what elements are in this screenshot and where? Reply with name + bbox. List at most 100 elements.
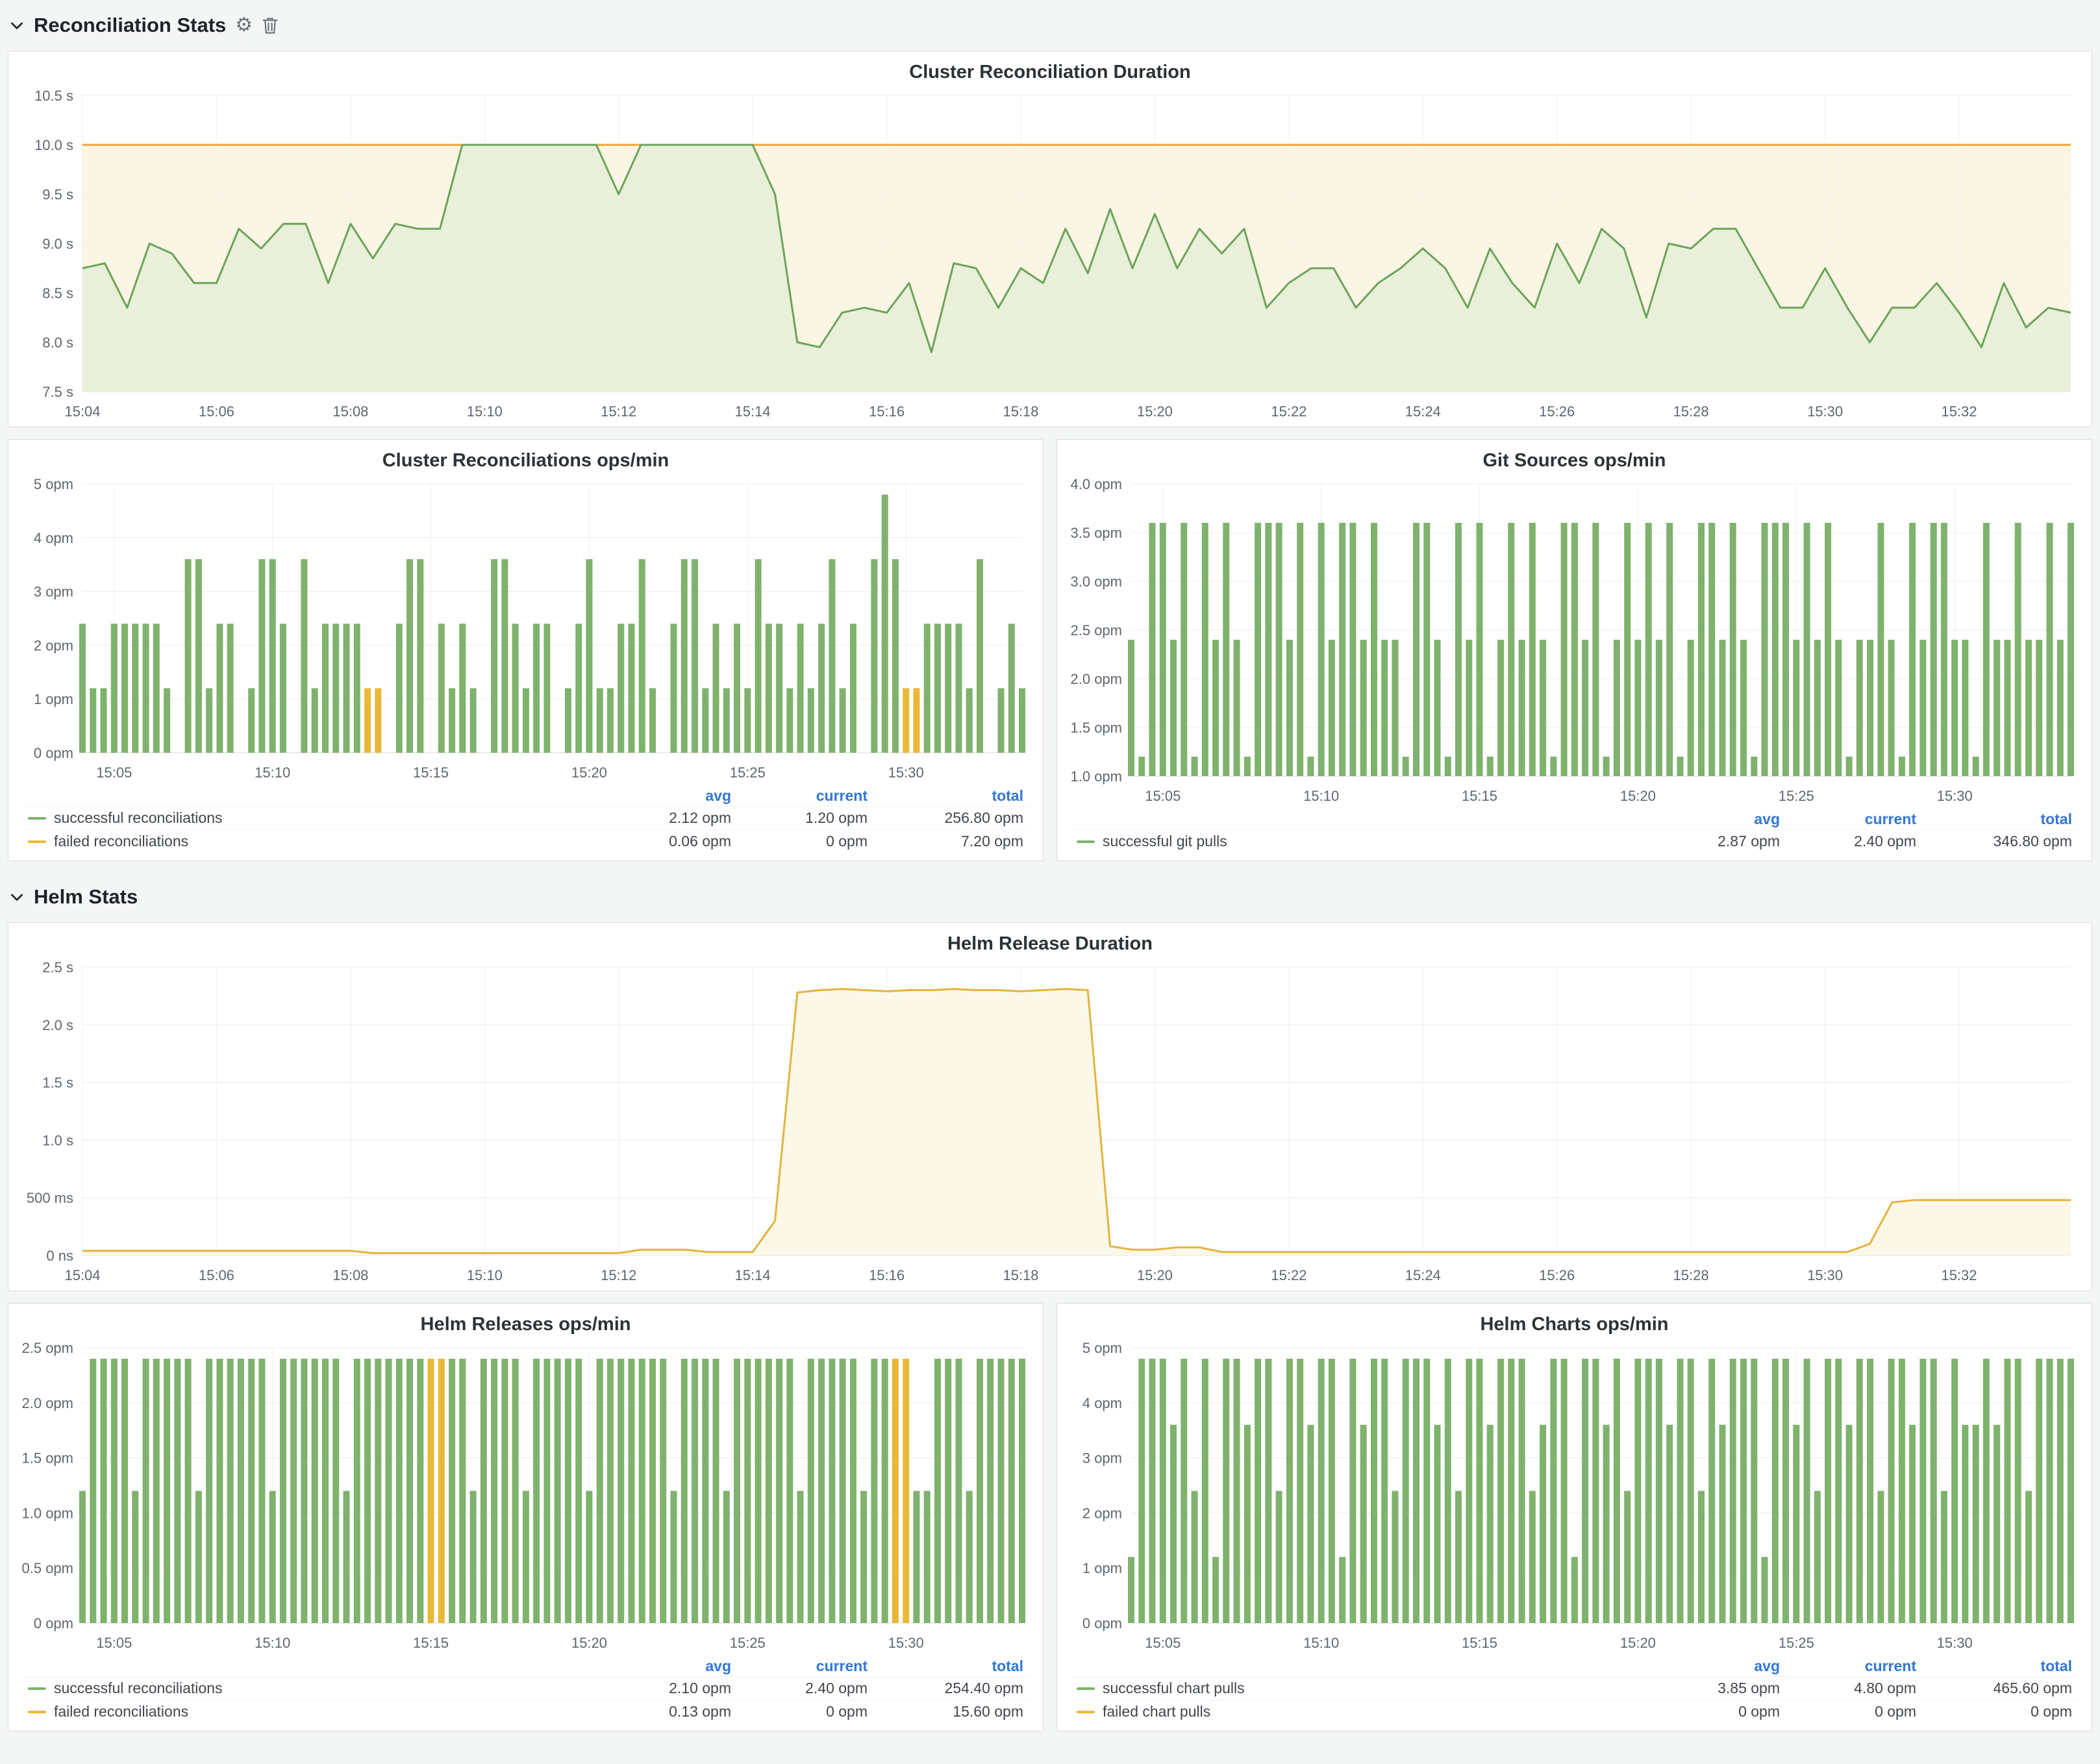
legend-header-avg[interactable]: avg (1644, 1657, 1780, 1675)
helm-charts-chart-area[interactable]: 0 opm1 opm2 opm3 opm4 opm5 opm15:0515:10… (1066, 1339, 2082, 1654)
svg-text:15:04: 15:04 (64, 403, 100, 420)
legend-header-row: avg current total (1070, 809, 2079, 829)
legend-header-current[interactable]: current (1780, 1657, 1916, 1675)
svg-text:15:08: 15:08 (332, 1267, 368, 1283)
svg-text:3 opm: 3 opm (1082, 1450, 1122, 1467)
svg-text:0.5 opm: 0.5 opm (22, 1560, 74, 1576)
cluster-reconciliation-duration-chart-area[interactable]: 7.5 s8.0 s8.5 s9.0 s9.5 s10.0 s10.5 s15:… (18, 86, 2082, 423)
panel-helm-charts-opm: Helm Charts ops/min 0 opm1 opm2 opm3 opm… (1056, 1303, 2092, 1732)
legend-header-current[interactable]: current (1780, 811, 1916, 828)
legend-header-avg[interactable]: avg (595, 787, 731, 805)
svg-text:15:15: 15:15 (413, 1635, 449, 1651)
svg-text:15:10: 15:10 (255, 764, 290, 781)
svg-text:2.0 opm: 2.0 opm (22, 1395, 74, 1411)
svg-text:1 opm: 1 opm (34, 691, 73, 707)
panel-title-cluster-reconciliations-opm[interactable]: Cluster Reconciliations ops/min (18, 446, 1034, 475)
panel-title-helm-charts-opm[interactable]: Helm Charts ops/min (1066, 1310, 2082, 1339)
legend-header-total[interactable]: total (868, 1657, 1023, 1675)
cluster-reconciliations-chart-area[interactable]: 0 opm1 opm2 opm3 opm4 opm5 opm15:0515:10… (18, 475, 1034, 784)
svg-text:1 opm: 1 opm (1082, 1560, 1122, 1576)
legend-header-current[interactable]: current (731, 787, 868, 805)
panel-title-git-sources-opm[interactable]: Git Sources ops/min (1066, 446, 2082, 475)
cluster-reconciliations-chart[interactable]: 0 opm1 opm2 opm3 opm4 opm5 opm15:0515:10… (18, 475, 1034, 784)
helm-releases-chart[interactable]: 0 opm0.5 opm1.0 opm1.5 opm2.0 opm2.5 opm… (18, 1339, 1034, 1654)
section-header-helm-stats[interactable]: Helm Stats (9, 879, 2091, 914)
svg-text:3.0 opm: 3.0 opm (1071, 573, 1123, 590)
section-title[interactable]: Helm Stats (34, 885, 138, 909)
svg-text:15:20: 15:20 (1137, 403, 1173, 420)
chevron-down-icon[interactable] (9, 889, 25, 905)
svg-text:7.5 s: 7.5 s (42, 384, 73, 400)
legend-header-total[interactable]: total (1916, 1657, 2072, 1675)
cluster-reconciliation-duration-chart[interactable]: 7.5 s8.0 s8.5 s9.0 s9.5 s10.0 s10.5 s15:… (18, 86, 2082, 423)
svg-text:8.5 s: 8.5 s (42, 285, 73, 301)
chevron-down-icon[interactable] (9, 18, 25, 33)
legend-row-failed-reconciliations: failed reconciliations 0.13 opm 0 opm 15… (21, 1700, 1030, 1723)
legend-current-value: 2.40 opm (731, 1680, 868, 1697)
svg-text:1.0 opm: 1.0 opm (1071, 768, 1123, 785)
legend-header-avg[interactable]: avg (595, 1657, 731, 1675)
svg-text:15:14: 15:14 (735, 1267, 771, 1283)
legend-header-row: avg current total (21, 785, 1030, 806)
svg-text:3.5 opm: 3.5 opm (1071, 525, 1123, 541)
panel-title-helm-releases-opm[interactable]: Helm Releases ops/min (18, 1310, 1034, 1339)
svg-text:15:24: 15:24 (1405, 1267, 1441, 1283)
svg-text:15:30: 15:30 (888, 764, 924, 781)
legend-row-failed-reconciliations: failed reconciliations 0.06 opm 0 opm 7.… (21, 829, 1030, 853)
legend-header-avg[interactable]: avg (1644, 811, 1780, 828)
legend-series-label[interactable]: failed reconciliations (28, 1703, 595, 1720)
gear-icon[interactable]: ⚙ (235, 16, 253, 35)
svg-text:15:20: 15:20 (1137, 1267, 1173, 1283)
helm-release-duration-chart-area[interactable]: 0 ns500 ms1.0 s1.5 s2.0 s2.5 s15:0415:06… (18, 958, 2082, 1287)
svg-text:500 ms: 500 ms (27, 1190, 73, 1206)
legend-current-value: 1.20 opm (731, 809, 868, 827)
series-color-marker (28, 840, 46, 843)
legend-header-total[interactable]: total (868, 787, 1023, 805)
legend-current-value: 2.40 opm (1780, 833, 1916, 850)
legend-series-label[interactable]: successful chart pulls (1077, 1680, 1644, 1697)
panel-title-helm-release-duration[interactable]: Helm Release Duration (18, 929, 2082, 958)
svg-text:15:15: 15:15 (1462, 788, 1497, 804)
grafana-dashboard: Reconciliation Stats ⚙ Cluster Reconcili… (0, 0, 2100, 1751)
legend-series-label[interactable]: failed chart pulls (1077, 1703, 1644, 1720)
helm-charts-chart[interactable]: 0 opm1 opm2 opm3 opm4 opm5 opm15:0515:10… (1066, 1339, 2082, 1654)
helm-releases-chart-area[interactable]: 0 opm0.5 opm1.0 opm1.5 opm2.0 opm2.5 opm… (18, 1339, 1034, 1654)
svg-text:15:16: 15:16 (869, 403, 905, 420)
svg-text:15:05: 15:05 (96, 764, 132, 781)
svg-text:15:18: 15:18 (1003, 1267, 1038, 1283)
legend-series-label[interactable]: successful reconciliations (28, 1680, 595, 1697)
svg-text:9.5 s: 9.5 s (42, 186, 73, 203)
legend-total-value: 254.40 opm (868, 1680, 1023, 1697)
svg-text:2 opm: 2 opm (34, 637, 73, 653)
svg-text:0 opm: 0 opm (1082, 1615, 1122, 1632)
legend-row-successful-git-pulls: successful git pulls 2.87 opm 2.40 opm 3… (1070, 829, 2079, 853)
panel-cluster-reconciliation-duration: Cluster Reconciliation Duration 7.5 s8.0… (8, 51, 2092, 427)
legend-avg-value: 0 opm (1644, 1703, 1780, 1720)
trash-icon[interactable] (262, 16, 279, 35)
legend-current-value: 0 opm (731, 1703, 868, 1720)
helm-release-duration-chart[interactable]: 0 ns500 ms1.0 s1.5 s2.0 s2.5 s15:0415:06… (18, 958, 2082, 1287)
legend-header-total[interactable]: total (1916, 811, 2072, 828)
legend-header-row: avg current total (1070, 1656, 2079, 1676)
section-title[interactable]: Reconciliation Stats (34, 14, 226, 37)
svg-text:15:32: 15:32 (1941, 403, 1977, 420)
git-sources-chart[interactable]: 1.0 opm1.5 opm2.0 opm2.5 opm3.0 opm3.5 o… (1066, 475, 2082, 807)
panel-title-cluster-reconciliation-duration[interactable]: Cluster Reconciliation Duration (18, 58, 2082, 86)
legend-row-failed-chart-pulls: failed chart pulls 0 opm 0 opm 0 opm (1070, 1700, 2079, 1723)
section-header-reconciliation-stats[interactable]: Reconciliation Stats ⚙ (9, 8, 2091, 43)
legend-series-label[interactable]: failed reconciliations (28, 833, 595, 850)
svg-text:0 ns: 0 ns (46, 1248, 73, 1264)
svg-text:15:20: 15:20 (571, 1635, 607, 1651)
legend-cluster-reconciliations: avg current total successful reconciliat… (18, 784, 1034, 857)
svg-text:15:25: 15:25 (730, 764, 766, 781)
svg-text:15:12: 15:12 (601, 1267, 636, 1283)
legend-series-label[interactable]: successful reconciliations (28, 809, 595, 827)
panel-helm-releases-opm: Helm Releases ops/min 0 opm0.5 opm1.0 op… (8, 1303, 1044, 1732)
legend-header-current[interactable]: current (731, 1657, 868, 1675)
git-sources-chart-area[interactable]: 1.0 opm1.5 opm2.0 opm2.5 opm3.0 opm3.5 o… (1066, 475, 2082, 807)
svg-text:15:26: 15:26 (1539, 403, 1575, 420)
legend-row-successful-reconciliations: successful reconciliations 2.10 opm 2.40… (21, 1676, 1030, 1700)
legend-series-label[interactable]: successful git pulls (1077, 833, 1644, 850)
svg-text:15:04: 15:04 (64, 1267, 100, 1283)
svg-text:15:15: 15:15 (1462, 1635, 1497, 1651)
